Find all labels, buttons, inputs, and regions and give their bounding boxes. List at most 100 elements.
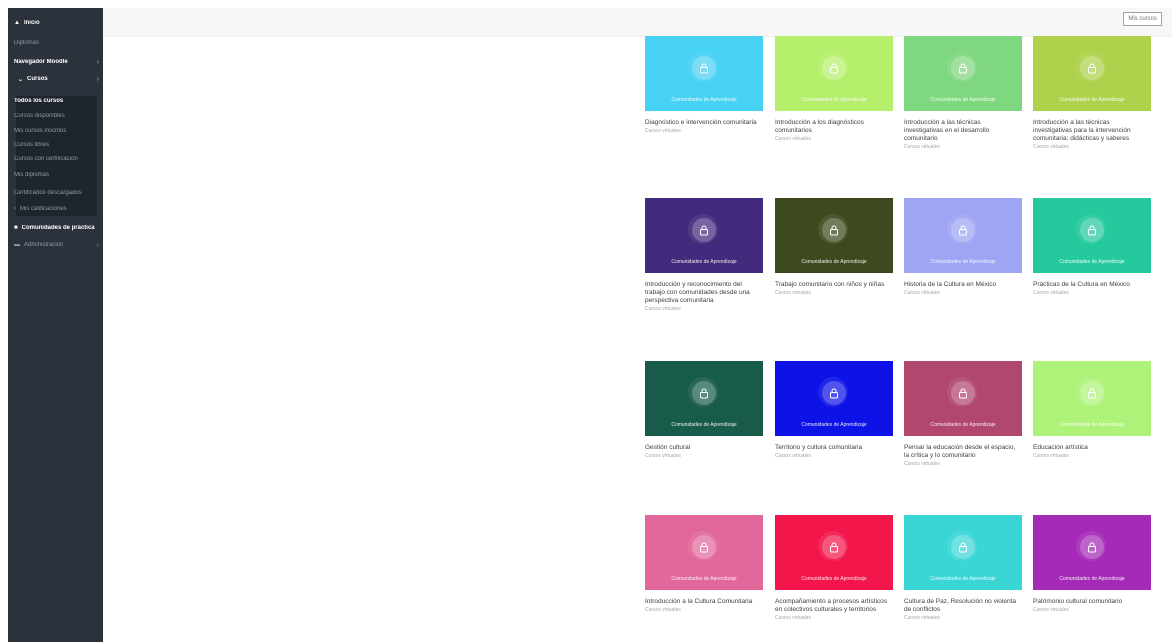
course-card[interactable]: Comunidades de Aprendizaje Acompañamiento… [775, 515, 893, 621]
course-card[interactable]: Comunidades de Aprendizaje Prácticas de l… [1033, 198, 1151, 296]
course-thumbnail[interactable]: Comunidades de Aprendizaje [1033, 198, 1151, 273]
course-title[interactable]: Acompañamiento a procesos artísticos en … [775, 598, 893, 614]
course-title[interactable]: Introducción a las técnicas investigativ… [904, 119, 1022, 143]
course-card[interactable]: Comunidades de Aprendizaje Diagnóstico e … [645, 36, 763, 134]
lock-icon [947, 52, 977, 82]
course-category: Comunidades de Aprendizaje [801, 97, 867, 103]
lock-icon [688, 214, 718, 244]
left-edge [0, 0, 8, 642]
course-card[interactable]: Comunidades de Aprendizaje Patrimonio cul… [1033, 515, 1151, 613]
sidebar-item-courses[interactable]: ⌄ Cursos › [18, 74, 99, 84]
lock-icon [947, 531, 977, 561]
course-subtitle: Cursos virtuales [904, 615, 940, 621]
course-thumbnail[interactable]: Comunidades de Aprendizaje [775, 515, 893, 590]
top-bar: Mis cursos [103, 8, 1172, 37]
home-icon: ▲ [14, 20, 20, 26]
lock-icon [947, 377, 977, 407]
course-title[interactable]: Educación artística [1033, 444, 1151, 452]
course-subtitle: Cursos virtuales [1033, 453, 1069, 459]
course-title[interactable]: Introducción y reconocimiento del trabaj… [645, 281, 763, 305]
course-card[interactable]: Comunidades de Aprendizaje Territorio y c… [775, 361, 893, 459]
course-thumbnail[interactable]: Comunidades de Aprendizaje [904, 198, 1022, 273]
course-card[interactable]: Comunidades de Aprendizaje Introducción a… [1033, 36, 1151, 150]
course-title[interactable]: Diagnóstico e intervención comunitaria [645, 119, 763, 127]
sidebar-item-downloaded[interactable]: Certificados descargados [14, 186, 99, 200]
lock-icon [1076, 531, 1106, 561]
course-thumbnail[interactable]: Comunidades de Aprendizaje [645, 515, 763, 590]
course-thumbnail[interactable]: Comunidades de Aprendizaje [904, 36, 1022, 111]
course-subtitle: Cursos virtuales [775, 615, 811, 621]
course-thumbnail[interactable]: Comunidades de Aprendizaje [775, 198, 893, 273]
lock-icon [818, 531, 848, 561]
course-title[interactable]: Patrimonio cultural comunitario [1033, 598, 1151, 606]
sidebar-item-admin[interactable]: ▬ Administración › [14, 240, 99, 250]
course-card[interactable]: Comunidades de Aprendizaje Historia de la… [904, 198, 1022, 296]
course-subtitle: Cursos virtuales [904, 144, 940, 150]
sidebar-item-communities[interactable]: ■ Comunidades de práctica [14, 220, 99, 236]
sidebar-item-enrolled[interactable]: Mis cursos inscritos [14, 126, 99, 136]
course-category: Comunidades de Aprendizaje [930, 97, 996, 103]
sidebar-item-label: Comunidades de práctica [21, 225, 95, 231]
lock-icon [818, 52, 848, 82]
sidebar-item-label: Navegador Moodle [14, 59, 68, 65]
course-card[interactable]: Comunidades de Aprendizaje Introducción y… [645, 198, 763, 312]
course-category: Comunidades de Aprendizaje [930, 259, 996, 265]
sidebar-item-free[interactable]: Cursos libres [14, 140, 99, 150]
course-card[interactable]: Comunidades de Aprendizaje Trabajo comuni… [775, 198, 893, 296]
course-title[interactable]: Introducción a las técnicas investigativ… [1033, 119, 1151, 143]
chevron-right-icon: › [14, 206, 16, 212]
course-thumbnail[interactable]: Comunidades de Aprendizaje [904, 515, 1022, 590]
lock-icon [818, 377, 848, 407]
sidebar-item-certified[interactable]: Cursos con certificación [14, 152, 99, 166]
sidebar-item-my-diplomas[interactable]: Mis diplomas [14, 168, 99, 182]
course-thumbnail[interactable]: Comunidades de Aprendizaje [645, 361, 763, 436]
sidebar-item-navigator[interactable]: Navegador Moodle › [14, 54, 99, 70]
course-title[interactable]: Historia de la Cultura en México [904, 281, 1022, 289]
sidebar-item-label: Mis diplomas [14, 172, 50, 178]
users-icon: ■ [14, 225, 18, 231]
sidebar-item-label: Mis cursos inscritos [14, 128, 67, 134]
course-title[interactable]: Territorio y cultura comunitaria [775, 444, 893, 452]
course-card[interactable]: Comunidades de Aprendizaje Introducción a… [645, 515, 763, 613]
course-thumbnail[interactable]: Comunidades de Aprendizaje [1033, 361, 1151, 436]
sidebar-item-diplomas[interactable]: Diplomas [14, 38, 99, 48]
course-title[interactable]: Trabajo comunitario con niños y niñas [775, 281, 893, 289]
sidebar-home[interactable]: ▲ Inicio [14, 18, 99, 28]
course-thumbnail[interactable]: Comunidades de Aprendizaje [775, 36, 893, 111]
course-card[interactable]: Comunidades de Aprendizaje Cultura de Paz… [904, 515, 1022, 621]
course-category: Comunidades de Aprendizaje [801, 576, 867, 582]
sidebar-item-all-courses[interactable]: Todos los cursos [14, 96, 99, 106]
course-card[interactable]: Comunidades de Aprendizaje Pensar la educ… [904, 361, 1022, 467]
course-title[interactable]: Pensar la educación desde el espacio, la… [904, 444, 1022, 460]
course-card[interactable]: Comunidades de Aprendizaje Introducción a… [904, 36, 1022, 150]
my-courses-button[interactable]: Mis cursos [1123, 12, 1162, 26]
course-category: Comunidades de Aprendizaje [1059, 259, 1125, 265]
course-title[interactable]: Introducción a la Cultura Comunitaria [645, 598, 763, 606]
course-category: Comunidades de Aprendizaje [801, 422, 867, 428]
course-subtitle: Cursos virtuales [1033, 290, 1069, 296]
course-title[interactable]: Introducción a los diagnósticos comunita… [775, 119, 893, 135]
sidebar-item-grades[interactable]: › Mis calificaciones [14, 204, 99, 214]
course-thumbnail[interactable]: Comunidades de Aprendizaje [1033, 515, 1151, 590]
course-category: Comunidades de Aprendizaje [671, 259, 737, 265]
course-thumbnail[interactable]: Comunidades de Aprendizaje [904, 361, 1022, 436]
course-title[interactable]: Cultura de Paz, Resolución no violenta d… [904, 598, 1022, 614]
course-subtitle: Cursos virtuales [1033, 144, 1069, 150]
sidebar-item-available[interactable]: Cursos disponibles [14, 108, 99, 124]
course-thumbnail[interactable]: Comunidades de Aprendizaje [645, 36, 763, 111]
chevron-right-icon: › [96, 58, 99, 66]
sidebar-item-label: Diplomas [14, 40, 40, 46]
course-card[interactable]: Comunidades de Aprendizaje Introducción a… [775, 36, 893, 142]
course-category: Comunidades de Aprendizaje [801, 259, 867, 265]
course-card[interactable]: Comunidades de Aprendizaje Educación artí… [1033, 361, 1151, 459]
sidebar-item-label: Cursos disponibles [14, 113, 65, 119]
course-thumbnail[interactable]: Comunidades de Aprendizaje [1033, 36, 1151, 111]
course-title[interactable]: Gestión cultural [645, 444, 763, 452]
course-card[interactable]: Comunidades de Aprendizaje Gestión cultur… [645, 361, 763, 459]
course-thumbnail[interactable]: Comunidades de Aprendizaje [775, 361, 893, 436]
sidebar-item-label: Administración [24, 242, 64, 248]
course-title[interactable]: Prácticas de la Cultura en México [1033, 281, 1151, 289]
course-category: Comunidades de Aprendizaje [1059, 576, 1125, 582]
course-thumbnail[interactable]: Comunidades de Aprendizaje [645, 198, 763, 273]
course-subtitle: Cursos virtuales [645, 453, 681, 459]
